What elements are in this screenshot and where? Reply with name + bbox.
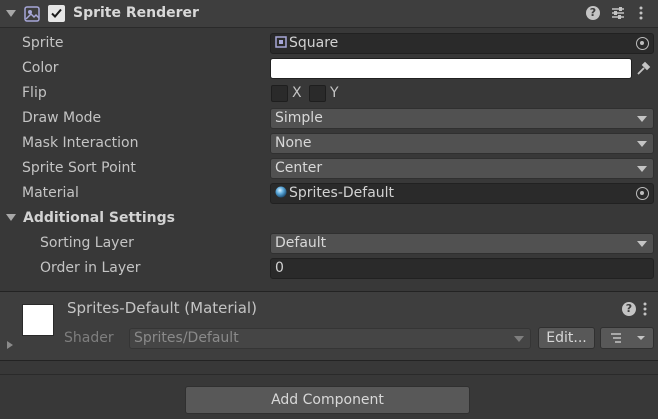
sprite-renderer-icon — [23, 5, 41, 23]
sprite-sort-point-value: Center — [275, 160, 323, 176]
flip-y-label: Y — [330, 85, 339, 101]
flip-x-label: X — [292, 85, 302, 101]
mask-interaction-dropdown[interactable]: None — [270, 133, 654, 154]
foldout-arrow-icon[interactable] — [6, 10, 16, 17]
draw-mode-label: Draw Mode — [22, 110, 102, 126]
material-title: Sprites-Default (Material) — [67, 299, 257, 317]
chevron-down-icon — [514, 336, 524, 342]
component-title: Sprite Renderer — [73, 5, 199, 21]
eyedropper-icon[interactable] — [634, 60, 652, 78]
presets-icon[interactable] — [610, 5, 626, 21]
shader-options-button[interactable] — [600, 327, 654, 349]
draw-mode-value: Simple — [275, 110, 323, 126]
kebab-menu-icon[interactable] — [638, 5, 644, 21]
color-label: Color — [22, 60, 59, 76]
flip-label: Flip — [22, 85, 47, 101]
sprite-label: Sprite — [22, 35, 64, 51]
sprite-sort-point-dropdown[interactable]: Center — [270, 158, 654, 179]
material-preview — [22, 304, 54, 336]
sorting-layer-label: Sorting Layer — [40, 235, 134, 251]
section-divider — [0, 360, 658, 361]
add-component-button[interactable]: Add Component — [185, 386, 470, 414]
flip-x-checkbox[interactable] — [271, 85, 288, 102]
chevron-down-icon — [637, 141, 647, 147]
material-value: Sprites-Default — [289, 185, 395, 201]
checkmark-icon — [51, 8, 62, 18]
section-divider — [0, 374, 658, 375]
kebab-menu-icon[interactable] — [642, 301, 648, 317]
component-enabled-checkbox[interactable] — [48, 5, 65, 22]
object-picker-icon[interactable] — [636, 187, 649, 200]
shader-value: Sprites/Default — [134, 330, 239, 346]
object-picker-icon[interactable] — [636, 37, 649, 50]
component-header[interactable]: Sprite Renderer ? — [0, 0, 658, 28]
help-icon[interactable]: ? — [622, 302, 636, 316]
sprite-sort-point-label: Sprite Sort Point — [22, 160, 136, 176]
edit-shader-button[interactable]: Edit... — [538, 327, 595, 349]
order-in-layer-input[interactable]: 0 — [270, 258, 654, 279]
mask-interaction-value: None — [275, 135, 312, 151]
color-swatch[interactable] — [270, 58, 632, 79]
chevron-down-icon — [637, 241, 647, 247]
list-options-icon — [611, 333, 645, 343]
sprite-asset-icon — [275, 35, 287, 48]
shader-label: Shader — [64, 330, 114, 346]
order-in-layer-label: Order in Layer — [40, 260, 141, 276]
material-field[interactable]: Sprites-Default — [270, 183, 654, 204]
shader-dropdown: Sprites/Default — [129, 328, 531, 349]
chevron-down-icon — [637, 166, 647, 172]
mask-interaction-label: Mask Interaction — [22, 135, 139, 151]
flip-y-checkbox[interactable] — [309, 85, 326, 102]
material-inspector: Sprites-Default (Material) ? Shader Spri… — [0, 292, 658, 360]
material-foldout-icon[interactable] — [7, 341, 13, 349]
sorting-layer-dropdown[interactable]: Default — [270, 233, 654, 254]
help-icon[interactable]: ? — [586, 6, 600, 20]
additional-settings-foldout-icon[interactable] — [6, 214, 16, 221]
sprite-field[interactable]: Square — [270, 33, 654, 54]
draw-mode-dropdown[interactable]: Simple — [270, 108, 654, 129]
material-label: Material — [22, 185, 79, 201]
sorting-layer-value: Default — [275, 235, 327, 251]
chevron-down-icon — [637, 116, 647, 122]
additional-settings-title[interactable]: Additional Settings — [23, 210, 175, 226]
sprite-value: Square — [289, 35, 339, 51]
material-sphere-icon — [275, 185, 287, 198]
